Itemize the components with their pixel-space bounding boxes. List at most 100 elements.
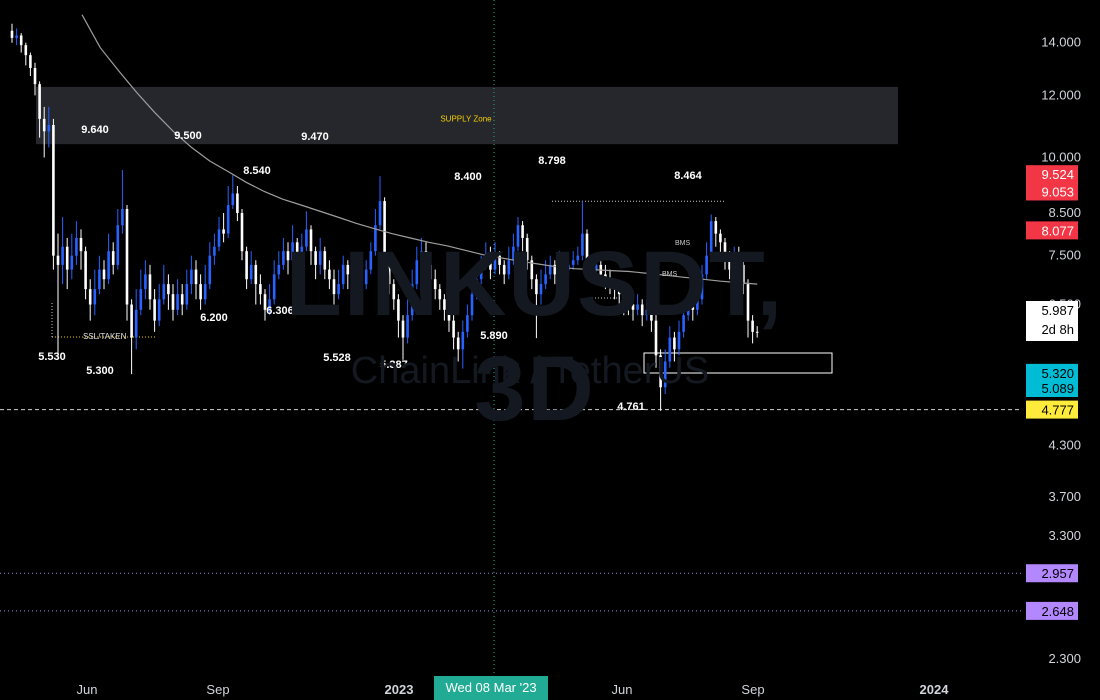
price-badge-label: 9.524	[1041, 167, 1074, 182]
time-axis-label: Jun	[77, 682, 98, 697]
candle-body	[226, 205, 230, 234]
candle-body	[167, 284, 170, 295]
candle-body	[521, 225, 524, 238]
last-price-value: 5.987	[1041, 303, 1074, 318]
candle-body	[705, 255, 708, 275]
candle-body	[190, 269, 193, 285]
candle-body	[162, 284, 166, 300]
candle-body	[222, 229, 225, 234]
swing-label: 9.640	[81, 124, 109, 136]
candle-body	[581, 233, 584, 256]
candle-body	[484, 255, 488, 265]
candle-body	[332, 279, 336, 295]
candle-body	[157, 299, 161, 321]
candle-body	[171, 294, 175, 310]
time-axis-label: 2024	[920, 682, 950, 697]
candle-body	[475, 279, 478, 295]
candle-body	[337, 284, 340, 295]
candle-body	[604, 274, 607, 280]
swing-label: 6.200	[200, 312, 228, 324]
candle-body	[686, 304, 690, 316]
candle-body	[47, 125, 51, 132]
candle-body	[305, 229, 308, 247]
candle-body	[102, 269, 106, 280]
bms-label-2: BMS	[662, 271, 678, 278]
price-axis-tick: 14.000	[1041, 35, 1081, 50]
price-badge-label: 9.053	[1041, 184, 1074, 199]
price-axis-tick: 3.300	[1048, 528, 1081, 543]
bms-label-1: BMS	[675, 240, 691, 247]
candle-body	[286, 251, 290, 261]
candle-body	[424, 251, 428, 265]
swing-label: 6.306	[266, 305, 294, 317]
candle-body	[466, 315, 469, 332]
candle-body	[121, 208, 124, 226]
price-axis-tick: 8.500	[1048, 205, 1081, 220]
candle-body	[682, 315, 685, 332]
candle-body	[443, 299, 446, 310]
candle-body	[447, 309, 451, 321]
candle-body	[512, 246, 515, 261]
candle-body	[709, 221, 713, 256]
candle-body	[19, 35, 23, 46]
price-badge-label: 5.089	[1041, 381, 1074, 396]
candle-body	[38, 84, 41, 119]
candle-body	[737, 255, 741, 265]
candle-body	[314, 251, 317, 265]
candle-body	[360, 284, 363, 300]
candle-body	[194, 269, 198, 285]
candle-body	[111, 251, 115, 265]
candle-body	[341, 264, 345, 285]
candle-body	[406, 315, 409, 338]
candle-body	[180, 294, 184, 305]
price-axis-tick: 3.700	[1048, 489, 1081, 504]
candle-body	[659, 355, 662, 388]
candle-body	[42, 118, 46, 132]
price-axis-tick: 10.000	[1041, 150, 1081, 165]
ssl-taken-label: SSL/TAKEN	[83, 332, 127, 341]
candle-body	[240, 212, 244, 252]
price-badge-label: 2.648	[1041, 604, 1074, 619]
swing-label: 4.761	[617, 401, 645, 413]
candle-body	[401, 320, 405, 338]
candle-body	[70, 255, 74, 270]
price-axis-tick: 4.300	[1048, 437, 1081, 452]
candle-body	[751, 320, 754, 332]
candle-body	[52, 125, 55, 256]
price-badge-label: 2.957	[1041, 566, 1074, 581]
candle-body	[65, 246, 69, 270]
candle-body	[640, 304, 644, 316]
candle-body	[617, 289, 621, 295]
candle-body	[627, 299, 630, 305]
candle-body	[56, 255, 60, 265]
candle-body	[479, 264, 483, 280]
candle-body	[208, 255, 212, 285]
candle-body	[438, 289, 442, 300]
candle-body	[148, 274, 152, 300]
swing-label: 8.400	[454, 171, 482, 183]
crosshair-time-label: Wed 08 Mar '23	[434, 676, 548, 700]
candle-body	[420, 251, 423, 261]
price-axis-tick: 12.000	[1041, 87, 1081, 102]
candle-body	[346, 264, 350, 275]
candle-body	[295, 242, 299, 256]
swing-label: 8.464	[674, 170, 702, 182]
candle-body	[415, 260, 419, 285]
candle-body	[217, 229, 221, 247]
price-chart[interactable]: SUPPLY Zone SSL/TAKEN BMS BMS 9.640 5.530 5.30…	[0, 0, 1100, 700]
candle-body	[613, 284, 616, 290]
candle-body	[668, 337, 672, 362]
candle-body	[10, 30, 14, 38]
candle-body	[61, 246, 64, 265]
candle-body	[272, 274, 276, 300]
candle-body	[755, 331, 759, 333]
candle-body	[323, 251, 327, 270]
candle-body	[673, 337, 676, 350]
candle-body	[728, 255, 731, 270]
candle-body	[567, 264, 570, 270]
candle-body	[88, 289, 92, 305]
candle-body	[355, 289, 359, 300]
candle-body	[392, 284, 396, 300]
candle-body	[364, 269, 368, 285]
candle-body	[282, 251, 285, 265]
